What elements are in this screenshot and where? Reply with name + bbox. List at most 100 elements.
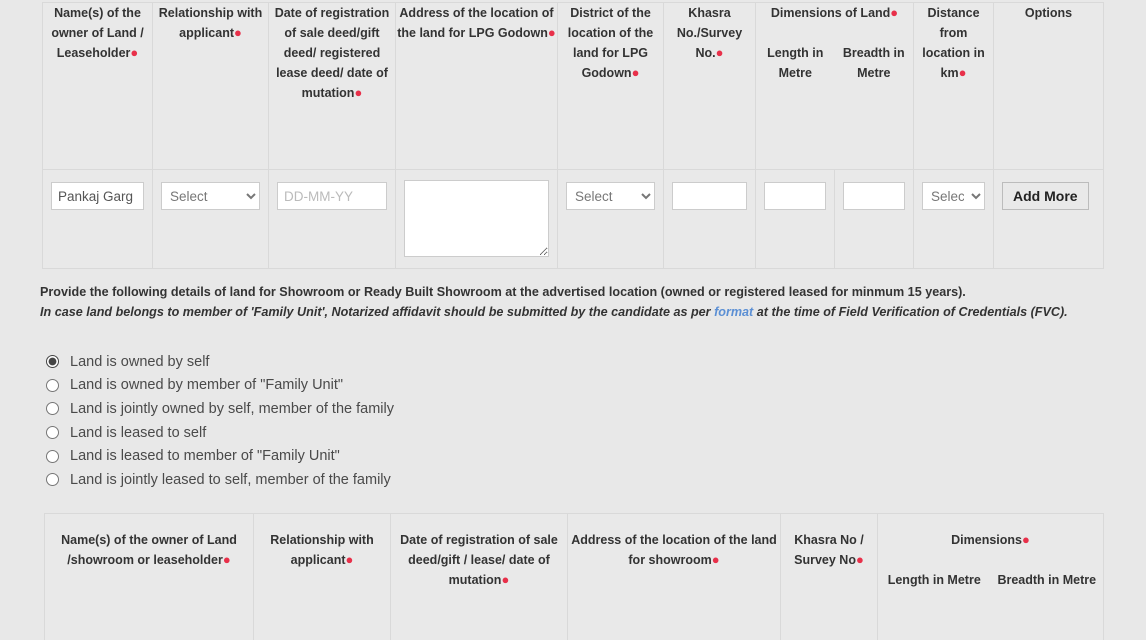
header-district: District of the location of the land for… [557,2,664,170]
header2-date-registration-label: Date of registration of sale deed/gift /… [400,533,558,587]
showroom-land-details-table: Name(s) of the owner of Land /showroom o… [44,513,1105,640]
cell-khasra [663,169,756,269]
cell-district: Select [557,169,664,269]
radio-option-owned-by-family-member[interactable]: Land is owned by member of "Family Unit" [46,374,646,398]
header-dimensions-label: Dimensions of Land [770,6,891,20]
required-marker: ● [130,45,139,60]
radio-label-leased-to-self[interactable]: Land is leased to self [70,425,206,441]
khasra-number-input[interactable] [672,182,747,210]
add-more-button[interactable]: Add More [1002,182,1089,210]
required-marker: ● [855,552,864,567]
header2-owner-name-label: Name(s) of the owner of Land /showroom o… [61,533,237,567]
header2-relationship: Relationship with applicant● [253,513,391,640]
radio-option-leased-to-self[interactable]: Land is leased to self [46,421,646,445]
header2-dimensions-title-wrap: Dimensions● [878,530,1103,550]
header-address-label: Address of the location of the land for … [397,6,554,40]
header2-address: Address of the location of the land for … [567,513,781,640]
header-dimensions-title-wrap: Dimensions of Land● [756,3,913,23]
showroom-land-details-table-container: Name(s) of the owner of Land /showroom o… [44,513,1105,640]
required-marker: ● [1022,532,1030,547]
note-line-2-before: In case land belongs to member of 'Famil… [40,304,715,319]
required-marker: ● [345,552,354,567]
owner-name-input[interactable] [51,182,144,210]
relationship-select[interactable]: Select [161,182,260,210]
cell-options: Add More [993,169,1105,269]
header-dimensions: Dimensions of Land● Length in Metre Brea… [754,2,915,170]
table2-header-row: Name(s) of the owner of Land /showroom o… [44,513,1105,640]
distance-select[interactable]: Select [922,182,986,210]
radio-option-jointly-owned[interactable]: Land is jointly owned by self, member of… [46,397,646,421]
required-marker: ● [547,25,556,40]
page-root: Name(s) of the owner of Land / Leasehold… [0,0,1146,640]
cell-date [268,169,396,269]
required-marker: ● [234,25,242,40]
radio-label-owned-by-family-member[interactable]: Land is owned by member of "Family Unit" [70,377,343,393]
radio-label-jointly-owned[interactable]: Land is jointly owned by self, member of… [70,401,394,417]
cell-length [755,169,835,269]
required-marker: ● [711,552,720,567]
radio-input-owned-by-family-member[interactable] [46,378,59,392]
required-marker: ● [222,552,231,567]
header2-breadth-label: Breadth in Metre [997,573,1097,587]
header2-owner-name: Name(s) of the owner of Land /showroom o… [44,513,254,640]
header-options-label: Options [1024,6,1073,20]
cell-address [395,169,558,269]
land-details-table: Name(s) of the owner of Land / Leasehold… [42,2,1105,269]
header2-date-registration: Date of registration of sale deed/gift /… [390,513,568,640]
cell-breadth [833,169,915,269]
header-options: Options [993,2,1105,170]
header2-dimensions: Dimensions● Length in Metre Breadth in M… [876,513,1105,640]
length-input[interactable] [764,182,826,210]
header-length-label: Length in Metre [767,46,824,80]
required-marker: ● [958,65,967,80]
cell-relationship: Select [152,169,269,269]
note-line-1: Provide the following details of land fo… [40,285,966,299]
note-line-2: In case land belongs to member of 'Famil… [40,303,1100,323]
radio-input-jointly-owned[interactable] [46,402,59,416]
date-of-registration-input[interactable] [277,182,387,210]
land-details-table-container: Name(s) of the owner of Land / Leasehold… [42,2,1105,269]
radio-label-jointly-leased[interactable]: Land is jointly leased to self, member o… [70,472,391,488]
radio-input-owned-by-self[interactable] [46,355,59,369]
header-owner-name: Name(s) of the owner of Land / Leasehold… [42,2,153,170]
table-header-row: Name(s) of the owner of Land / Leasehold… [42,2,1105,170]
header-breadth-label: Breadth in Metre [842,46,905,80]
radio-label-owned-by-self[interactable]: Land is owned by self [70,354,209,370]
address-textarea[interactable] [404,180,549,257]
header2-khasra: Khasra No / Survey No● [780,513,878,640]
radio-input-jointly-leased[interactable] [46,473,59,487]
header2-dimensions-subheaders: Length in Metre Breadth in Metre [878,570,1103,590]
header-khasra: Khasra No./Survey No.● [663,2,756,170]
note-line-2-after: at the time of Field Verification of Cre… [753,304,1068,319]
required-marker: ● [715,45,724,60]
radio-option-leased-to-family-member[interactable]: Land is leased to member of "Family Unit… [46,444,646,468]
required-marker: ● [354,85,363,100]
required-marker: ● [631,65,640,80]
land-ownership-radio-group: Land is owned by self Land is owned by m… [46,350,646,492]
breadth-input[interactable] [843,182,906,210]
radio-label-leased-to-family-member[interactable]: Land is leased to member of "Family Unit… [70,448,340,464]
header-dimensions-subheaders: Length in Metre Breadth in Metre [756,43,913,83]
header-date-registration: Date of registration of sale deed/gift d… [268,2,396,170]
header2-khasra-label: Khasra No / Survey No [794,533,864,567]
header-khasra-label: Khasra No./Survey No. [676,6,743,60]
radio-input-leased-to-self[interactable] [46,426,59,440]
format-link[interactable]: format [714,305,753,319]
header2-address-label: Address of the location of the land for … [571,533,777,567]
district-select[interactable]: Select [566,182,655,210]
header-relationship: Relationship with applicant● [152,2,269,170]
table-input-row: Select Select [42,169,1105,269]
header-distance-label: Distance from location in km [922,6,985,80]
header-address: Address of the location of the land for … [395,2,558,170]
radio-option-jointly-leased[interactable]: Land is jointly leased to self, member o… [46,468,646,492]
header-distance: Distance from location in km● [913,2,995,170]
required-marker: ● [890,5,899,20]
radio-option-owned-by-self[interactable]: Land is owned by self [46,350,646,374]
header2-length-label: Length in Metre [887,573,981,587]
cell-owner-name [42,169,153,269]
header2-relationship-label: Relationship with applicant [270,533,374,567]
radio-input-leased-to-family-member[interactable] [46,449,59,463]
cell-distance: Select [913,169,995,269]
header-district-label: District of the location of the land for… [567,6,654,80]
header-date-registration-label: Date of registration of sale deed/gift d… [274,6,390,100]
